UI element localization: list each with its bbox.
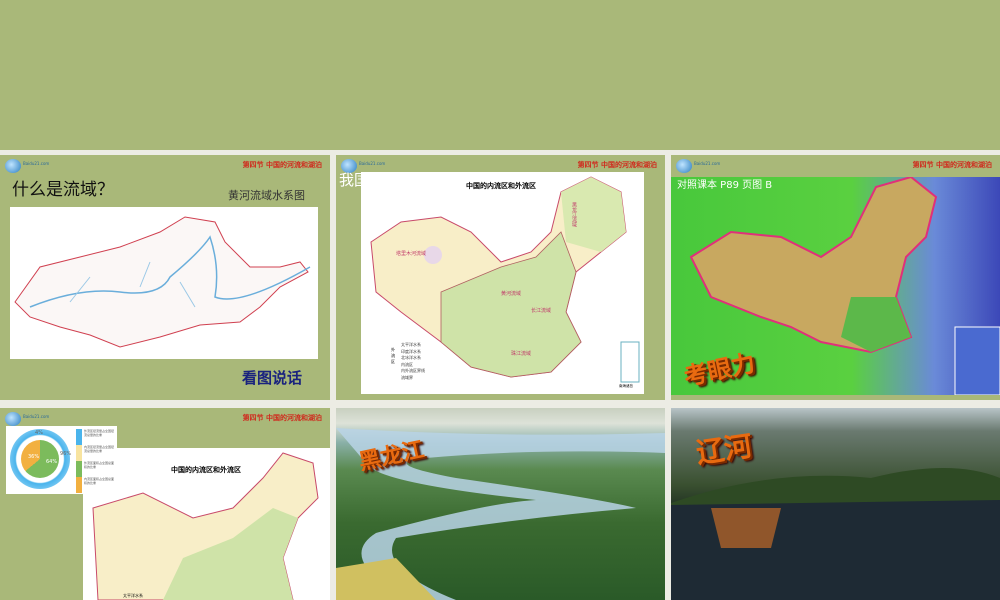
slide-thumbnail-3[interactable]: Baidu21.com 第四节 中国的河流和湖泊 对照课本 P89 页图 B 考…	[671, 155, 1000, 400]
section-header: 第四节 中国的河流和湖泊	[242, 161, 322, 169]
map-label: 长江流域	[531, 308, 552, 314]
donut-label: 4%	[35, 430, 43, 436]
drainage-map: 中国的内流区和外流区 太平洋水系 印度洋水系 北冰洋水系 内流区 内外流区界线 …	[361, 172, 644, 394]
legend-item: 太平洋水系	[123, 593, 143, 598]
slide-thumbnail-4[interactable]: Baidu21.com 第四节 中国的河流和湖泊 中国的内流区和外流区 太平洋水…	[0, 408, 330, 600]
slide-title: 什么是流域？	[12, 180, 114, 200]
logo-icon: Baidu21.com	[5, 412, 60, 426]
slide-thumbnail-1[interactable]: Baidu21.com 第四节 中国的河流和湖泊 什么是流域？ 黄河流域水系图 …	[0, 155, 330, 400]
map-label: 珠江流域	[511, 351, 532, 357]
map-title: 中国的内流区和外流区	[171, 465, 241, 474]
logo-icon: Baidu21.com	[676, 159, 731, 173]
donut-legend: 外流区径流量占全国径流总量的比重 内流区径流量占全国径流总量的比重 外流区面积占…	[76, 429, 116, 493]
map-label: 塔里木河流域	[396, 251, 427, 257]
river-basin-outline	[14, 216, 311, 348]
map-label: 黑龙江流域	[571, 202, 577, 227]
river-photo	[336, 428, 665, 600]
slide-title: 对照课本 P89 页图 B	[677, 180, 773, 191]
donut-label: 64%	[46, 459, 58, 465]
slide-footer-text: 看图说话	[242, 369, 303, 387]
donut-label: 96%	[60, 451, 72, 457]
overlay-wordart: 辽河	[694, 429, 755, 470]
logo-icon: Baidu21.com	[5, 159, 60, 173]
section-header: 第四节 中国的河流和湖泊	[242, 414, 322, 422]
section-header: 第四节 中国的河流和湖泊	[577, 161, 657, 169]
slide-thumbnail-2[interactable]: Baidu21.com 第四节 中国的河流和湖泊 我国 中国的内流区和外流区 太…	[336, 155, 665, 400]
yellow-river-map	[10, 207, 318, 359]
legend: 太平洋水系 印度洋水系 北冰洋水系 内流区 内外流区界线 流域界	[401, 342, 425, 380]
section-header: 第四节 中国的河流和湖泊	[912, 161, 992, 169]
donut-chart: 4% 96% 36% 64%	[10, 429, 72, 489]
slide-thumbnail-6[interactable]: 辽河	[671, 408, 1000, 600]
map-title: 中国的内流区和外流区	[466, 181, 536, 190]
editor-empty-area	[0, 0, 1000, 150]
map-caption: 黄河流域水系图	[228, 189, 305, 202]
slide-thumbnail-5[interactable]: 黑龙江	[336, 408, 665, 600]
map-label: 黄河流域	[501, 291, 522, 297]
donut-label: 36%	[28, 454, 40, 460]
map-label: 南海诸岛	[619, 384, 633, 388]
drainage-map: 中国的内流区和外流区 太平洋水系	[83, 448, 330, 600]
legend-group-label: 外流区	[391, 347, 395, 364]
donut-chart-panel: 4% 96% 36% 64% 外流区径流量占全国径流总量的比重 内流区径流量占全…	[6, 426, 117, 494]
